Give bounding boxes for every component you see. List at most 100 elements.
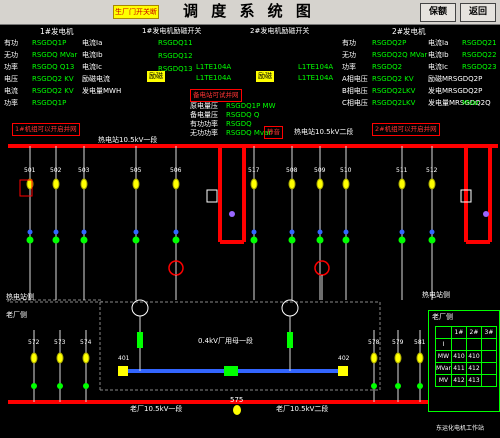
breaker-label: 578 xyxy=(368,339,380,346)
gen1-row-unit: 电流Ib xyxy=(82,51,103,59)
status-dot-icon xyxy=(52,236,60,244)
gen1-row-label: 无功 xyxy=(4,51,18,59)
scada-screen: 生厂门开关断 调 度 系 统 图 保额 返回 1#发电机 1#发电机励磁开关 R… xyxy=(0,0,500,438)
legend-cell: 412 xyxy=(450,374,467,387)
sync-icon xyxy=(229,211,235,217)
gen2-row-extra: MVar xyxy=(462,99,480,107)
low-tie-box xyxy=(224,366,238,376)
sync-row-label: 原电量压 xyxy=(190,102,218,110)
breaker-icon xyxy=(394,352,402,364)
status-dot-icon xyxy=(250,236,258,244)
station-left-label: 热电站侧 xyxy=(6,293,34,301)
tie-breaker-icon xyxy=(233,405,241,415)
bus-bottom-right-label: 老厂10.5kV二段 xyxy=(276,405,329,413)
breaker-icon xyxy=(428,178,436,190)
breaker-icon xyxy=(370,352,378,364)
breaker-icon xyxy=(30,352,38,364)
legend-corner xyxy=(435,326,452,339)
breaker-label: 579 xyxy=(392,339,404,346)
station-left2-label: 老厂侧 xyxy=(6,311,27,319)
bus-low-label: 0.4kV厂用母一段 xyxy=(198,337,253,345)
breaker-icon xyxy=(416,352,424,364)
gen2-row-unit: 电流Ib xyxy=(428,51,449,59)
single-line-diagram: 501 502 503 505 506 517 508 509 510 511 512 572 573 5… xyxy=(7,144,498,415)
gen1-row-value: RSGDQ2 KV xyxy=(32,87,74,95)
sync-row-label: 备电量压 xyxy=(190,111,218,119)
sync-row-value: RSGDQ xyxy=(226,120,252,128)
gen1-row-label: 功率 xyxy=(4,63,18,71)
status-dot-icon xyxy=(395,383,401,389)
breaker-icon xyxy=(316,178,324,190)
breaker-label: 508 xyxy=(286,167,298,174)
gen1-row-unit: 励磁电流 xyxy=(82,75,110,83)
breaker-icon xyxy=(172,178,180,190)
status-dot-icon xyxy=(27,229,33,235)
status-dot-icon xyxy=(132,236,140,244)
status-dot-icon xyxy=(53,229,59,235)
legend-title: 老厂侧 xyxy=(432,313,453,321)
breaker-icon xyxy=(398,178,406,190)
breaker-icon xyxy=(288,178,296,190)
gen2-row-unit: 电流Ic xyxy=(428,63,448,71)
bus-bottom-left-label: 老厂10.5kV一段 xyxy=(130,405,183,413)
status-dot-icon xyxy=(173,229,179,235)
gen1-row-label: 功率 xyxy=(4,99,18,107)
legend-cell: 412 xyxy=(465,362,482,375)
breaker-label: 511 xyxy=(396,167,408,174)
legend-cell: 410 xyxy=(450,350,467,363)
gen2-row-value: RSGDQ2 KV xyxy=(372,75,414,83)
measurement-legend: 老厂侧 1# 2# 3# I MW 410 410 MVar 411 412 M… xyxy=(428,310,500,412)
tie-breaker-label: 575 xyxy=(230,396,244,404)
legend-row-label: I xyxy=(435,338,452,351)
breaker-label: 506 xyxy=(170,167,182,174)
status-dot-icon xyxy=(80,236,88,244)
breaker-icon xyxy=(80,178,88,190)
status-dot-icon xyxy=(288,236,296,244)
breaker-label: 573 xyxy=(54,339,66,346)
breaker-icon xyxy=(250,178,258,190)
gen2-row-label: 无功 xyxy=(342,51,356,59)
fuse-icon xyxy=(137,332,143,348)
legend-header: 3# xyxy=(480,326,497,339)
gen1-row-value: RSGDQ Q13 xyxy=(32,63,75,71)
breaker-label: 512 xyxy=(426,167,438,174)
gen2-row-value: RSGDQ2P xyxy=(372,39,407,47)
gen2-row-value: RSGDQ2LKV xyxy=(372,99,416,107)
gen2-row-extra: RSGDQ21 xyxy=(462,39,497,47)
sync-row-value: RSGDQ Q xyxy=(226,111,260,119)
breaker-label: 501 xyxy=(24,167,36,174)
gen2-row-label: 有功 xyxy=(342,39,356,47)
status-dot-icon xyxy=(289,229,295,235)
legend-row-label: MV xyxy=(435,374,452,387)
gen1-row-unit: 电流Ia xyxy=(82,39,103,47)
status-dot-icon xyxy=(399,229,405,235)
fuse-icon xyxy=(287,332,293,348)
gen2-row-unit: 励磁MRSGDQ2P xyxy=(428,75,483,83)
status-dot-icon xyxy=(57,383,63,389)
low-breaker-box xyxy=(118,366,128,376)
sync-row-label: 无功功率 xyxy=(190,129,218,137)
sync-icon xyxy=(483,211,489,217)
sync-row-value: RSGDQ Mvar xyxy=(226,129,272,137)
gen1-row-label: 电流 xyxy=(4,87,18,95)
station-right-label: 热电站侧 xyxy=(422,291,450,299)
gen2-row-label: 功率 xyxy=(342,63,356,71)
status-dot-icon xyxy=(417,383,423,389)
breaker-label: 502 xyxy=(50,167,62,174)
gen2-row-label: A相电压 xyxy=(342,75,368,83)
gen2-row-unit: 发电MRSGDQ2P xyxy=(428,87,483,95)
legend-row-label: MVar xyxy=(435,362,452,375)
legend-cell: 413 xyxy=(465,374,482,387)
breaker-icon xyxy=(52,178,60,190)
breaker-icon xyxy=(56,352,64,364)
status-dot-icon xyxy=(133,229,139,235)
status-dot-icon xyxy=(31,383,37,389)
status-dot-icon xyxy=(343,229,349,235)
breaker-label: 572 xyxy=(28,339,40,346)
gen1-row-value: RSGDQ MVar xyxy=(32,51,78,59)
legend-cell xyxy=(450,338,467,351)
gen2-row-value: RSGDQ2LKV xyxy=(372,87,416,95)
gen1-row-value: RSGDQ1P xyxy=(32,39,67,47)
gen2-row-label: B相电压 xyxy=(342,87,368,95)
low-breaker-box xyxy=(338,366,348,376)
